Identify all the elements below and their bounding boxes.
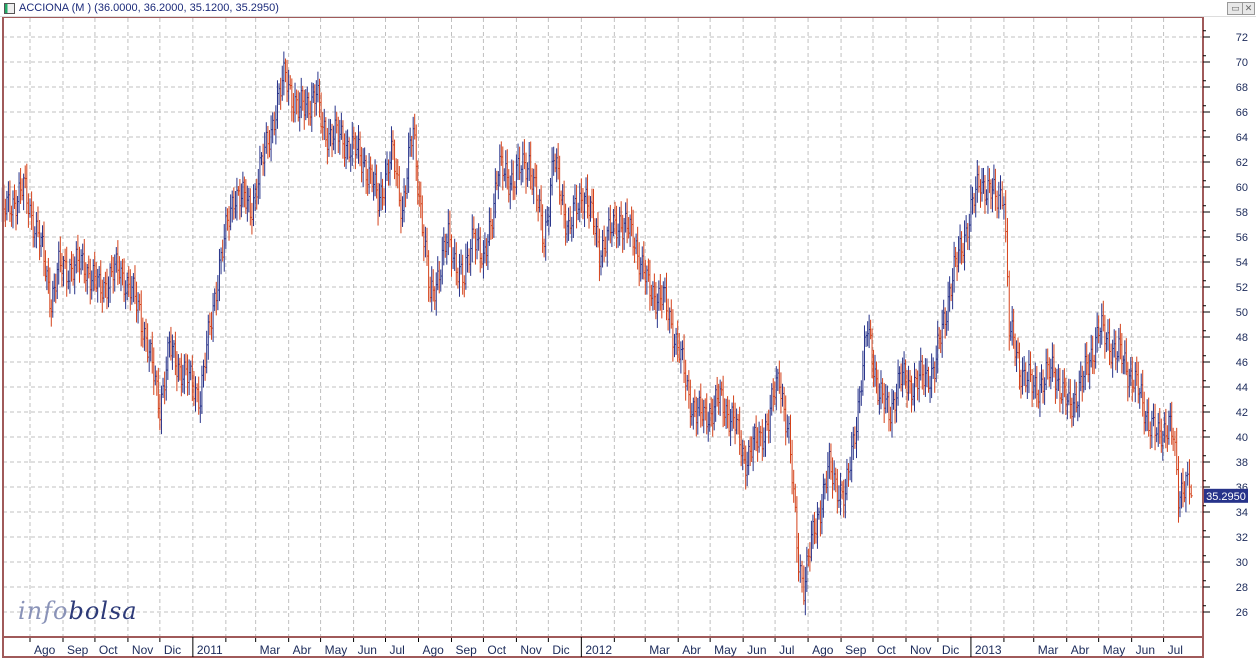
ohlc-bar — [236, 177, 239, 221]
x-tick-label: Dic — [942, 643, 959, 657]
x-tick-label: Jun — [358, 643, 377, 657]
close-icon[interactable]: ✕ — [1242, 2, 1255, 15]
y-tick-label: 38 — [1236, 457, 1248, 469]
logo-part2: bolsa — [68, 597, 138, 625]
y-tick-label: 30 — [1236, 557, 1248, 569]
ohlc-bars — [1, 51, 1193, 616]
x-tick-label: Abr — [1071, 643, 1090, 657]
x-tick-label: Oct — [487, 643, 506, 657]
x-tick-label: Jun — [747, 643, 766, 657]
x-tick-label: Dic — [164, 643, 181, 657]
x-tick-label: May — [1103, 643, 1126, 657]
x-tick-label: Sep — [67, 643, 89, 657]
x-tick-label: Jul — [1168, 643, 1183, 657]
x-tick-label: Mar — [260, 643, 281, 657]
x-tick-label: 2012 — [585, 643, 612, 657]
ohlc-bar — [1059, 368, 1062, 413]
y-tick-label: 70 — [1236, 57, 1248, 69]
last-price-marker: 35.2950 — [1204, 488, 1248, 503]
y-tick-label: 66 — [1236, 107, 1248, 119]
x-tick-label: 2013 — [975, 643, 1002, 657]
y-tick-label: 56 — [1236, 232, 1248, 244]
last-price-label: 35.2950 — [1206, 491, 1246, 503]
plot-frame — [2, 16, 1204, 638]
y-tick-label: 26 — [1236, 607, 1248, 619]
x-tick-label: May — [714, 643, 737, 657]
x-tick-label: Jul — [390, 643, 405, 657]
y-tick-label: 28 — [1236, 582, 1248, 594]
y-tick-label: 60 — [1236, 182, 1248, 194]
y-tick-label: 32 — [1236, 532, 1248, 544]
x-tick-label: 2011 — [197, 643, 223, 657]
x-tick-label: Nov — [132, 643, 153, 657]
ohlc-bar — [1154, 403, 1157, 451]
chart-window-icon — [4, 3, 15, 14]
x-tick-label: Jun — [1136, 643, 1155, 657]
y-tick-label: 58 — [1236, 207, 1248, 219]
x-tick-label: Nov — [520, 643, 541, 657]
x-tick-label: May — [325, 643, 348, 657]
x-tick-label: Nov — [910, 643, 931, 657]
y-tick-label: 54 — [1236, 257, 1248, 269]
y-tick-label: 46 — [1236, 357, 1248, 369]
price-chart: 2628303234363840424446485052545658606264… — [1, 16, 1248, 658]
y-tick-label: 64 — [1236, 132, 1248, 144]
ohlc-bar — [1131, 356, 1134, 402]
x-tick-label: Ago — [423, 643, 445, 657]
window-titlebar: ACCIONA (M ) (36.0000, 36.2000, 35.1200,… — [0, 0, 1256, 17]
x-tick-label: Oct — [99, 643, 118, 657]
y-tick-label: 42 — [1236, 407, 1248, 419]
x-tick-label: Jul — [779, 643, 794, 657]
y-tick-label: 62 — [1236, 157, 1248, 169]
x-tick-label: Oct — [877, 643, 896, 657]
x-tick-label: Mar — [649, 643, 670, 657]
y-tick-label: 48 — [1236, 332, 1248, 344]
y-axis: 2628303234363840424446485052545658606264… — [1203, 30, 1248, 619]
y-tick-label: 72 — [1236, 32, 1248, 44]
grid — [3, 18, 1203, 637]
x-tick-label: Ago — [812, 643, 834, 657]
y-tick-label: 44 — [1236, 382, 1248, 394]
x-tick-label: Ago — [34, 643, 56, 657]
x-tick-label: Sep — [845, 643, 867, 657]
x-tick-label: Sep — [455, 643, 477, 657]
infobolsa-logo: infobolsa — [18, 597, 138, 625]
y-tick-label: 50 — [1236, 307, 1248, 319]
ohlc-bar — [1189, 484, 1193, 498]
x-tick-label: Abr — [682, 643, 701, 657]
y-tick-label: 40 — [1236, 432, 1248, 444]
y-tick-label: 34 — [1236, 507, 1248, 519]
x-tick-label: Dic — [552, 643, 569, 657]
x-tick-label: Abr — [293, 643, 312, 657]
window-title: ACCIONA (M ) (36.0000, 36.2000, 35.1200,… — [19, 2, 279, 14]
logo-part1: info — [18, 597, 69, 625]
x-tick-label: Mar — [1038, 643, 1059, 657]
y-tick-label: 68 — [1236, 82, 1248, 94]
y-tick-label: 52 — [1236, 282, 1248, 294]
